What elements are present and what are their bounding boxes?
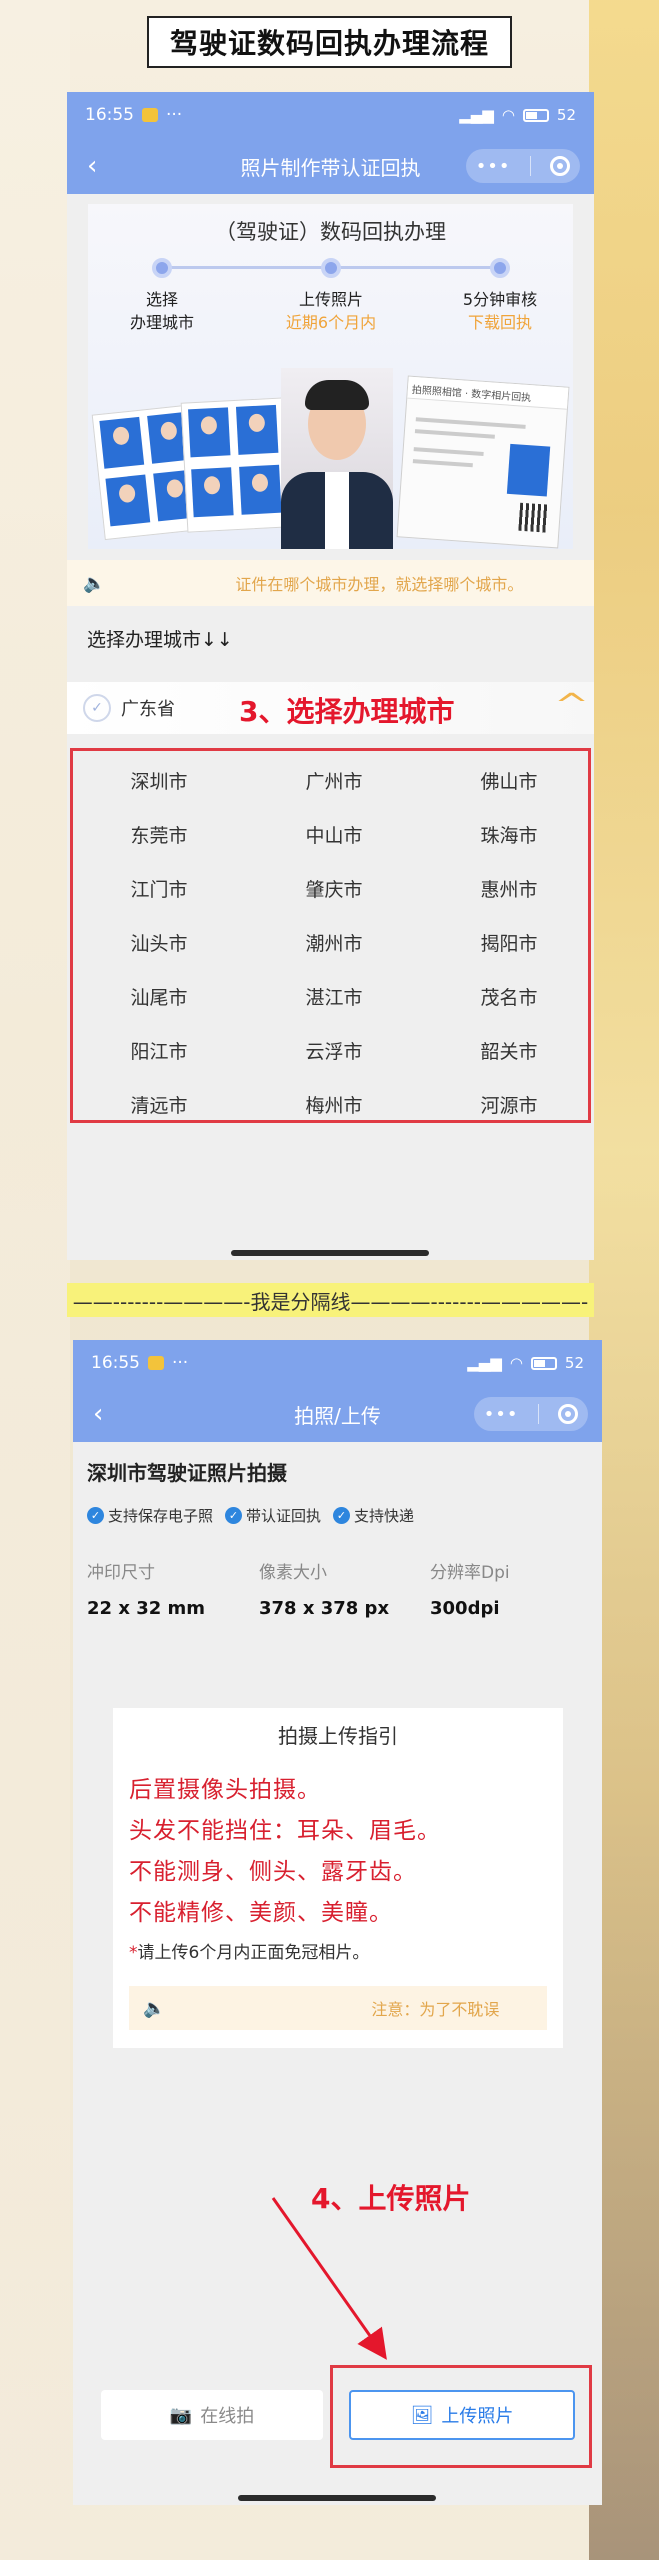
city-item[interactable]: 阳江市 [79, 1037, 239, 1064]
section-label: 选择办理城市↓↓ [87, 629, 233, 651]
city-item[interactable]: 潮州市 [254, 929, 414, 956]
notice-bar: 🔈 证件在哪个城市办理，就选择哪个城市。 [67, 560, 594, 606]
step-2: 上传照片 近期6个月内 [285, 290, 377, 332]
status-time: 16:55 [85, 105, 134, 125]
speaker-icon: 🔈 [83, 572, 106, 594]
upload-highlight-box [330, 2365, 592, 2468]
check-icon: ✓ [83, 694, 111, 722]
city-item[interactable]: 深圳市 [79, 767, 239, 794]
city-item[interactable]: 珠海市 [429, 821, 589, 848]
battery-icon [522, 108, 549, 122]
city-item[interactable]: 汕头市 [79, 929, 239, 956]
sample-portrait [281, 368, 393, 549]
camera-icon: 📷 [169, 2404, 193, 2426]
city-item[interactable]: 佛山市 [429, 767, 589, 794]
city-item[interactable]: 惠州市 [429, 875, 589, 902]
step-dot-2 [321, 258, 341, 278]
miniprogram-capsule: ••• [466, 149, 580, 183]
city-item[interactable]: 云浮市 [254, 1037, 414, 1064]
wifi-icon: ◠ [501, 106, 515, 124]
province-label: 广东省 [121, 699, 175, 720]
back-icon[interactable]: ‹ [87, 151, 97, 181]
annotation-arrow [271, 2197, 387, 2360]
city-item[interactable]: 汕尾市 [79, 983, 239, 1010]
online-shoot-button[interactable]: 📷 在线拍 [101, 2390, 323, 2440]
more-menu-icon[interactable]: ••• [476, 156, 511, 177]
nav-bar: ‹ 照片制作带认证回执 ••• [67, 138, 594, 194]
step-3: 5分钟审核 下载回执 [462, 290, 538, 332]
nav-title: 照片制作带认证回执 [240, 155, 421, 180]
step-dot-1 [152, 258, 172, 278]
banner-title: （驾驶证）数码回执办理 [215, 220, 446, 244]
city-item[interactable]: 肇庆市 [254, 875, 414, 902]
home-indicator [231, 1250, 429, 1256]
home-indicator [238, 2495, 436, 2501]
city-item[interactable]: 清远市 [79, 1091, 239, 1118]
city-item[interactable]: 梅州市 [254, 1091, 414, 1118]
sample-photo-sheet-right [180, 397, 292, 533]
screenshot-city-selection: 16:55 ··· ▂▄▆ ◠ 52 ‹ 照片制作带认证回执 ••• （驾驶证）… [67, 92, 594, 1260]
city-item[interactable]: 中山市 [254, 821, 414, 848]
annotation-select-city: 3、选择办理城市 [239, 695, 455, 728]
city-item[interactable]: 广州市 [254, 767, 414, 794]
sample-receipt-card: 拍照照相馆 · 数字相片回执 [396, 375, 570, 549]
city-item[interactable]: 湛江市 [254, 983, 414, 1010]
chevron-up-icon[interactable]: ^ [554, 688, 589, 723]
step-dot-3 [490, 258, 510, 278]
battery-level: 52 [556, 106, 576, 124]
city-item[interactable]: 茂名市 [429, 983, 589, 1010]
status-bar: 16:55 ··· ▂▄▆ ◠ 52 [67, 92, 594, 138]
separator-bar: ——-------————-我是分隔线————-------—————- [67, 1283, 594, 1317]
background-left [0, 0, 70, 2560]
city-item[interactable]: 江门市 [79, 875, 239, 902]
status-more: ··· [166, 105, 183, 125]
city-item[interactable]: 东莞市 [79, 821, 239, 848]
notification-icon [142, 108, 158, 122]
city-item[interactable]: 揭阳市 [429, 929, 589, 956]
city-item[interactable]: 河源市 [429, 1091, 589, 1118]
close-miniprogram-icon[interactable] [550, 156, 571, 176]
notice-text: 证件在哪个城市办理，就选择哪个城市。 [235, 575, 524, 594]
process-banner: （驾驶证）数码回执办理 选择 办理城市 上传照片 近期6个月内 5分钟审核 下载… [88, 204, 573, 549]
step-1: 选择 办理城市 [129, 290, 194, 332]
screenshot-upload: 16:55 ··· ▂▄▆ ◠ 52 ‹ 拍照/上传 ••• 深圳市驾驶证照片拍… [73, 1340, 602, 2505]
page-title: 驾驶证数码回执办理流程 [147, 16, 512, 68]
signal-icon: ▂▄▆ [459, 106, 494, 124]
city-item[interactable]: 韶关市 [429, 1037, 589, 1064]
city-grid: 深圳市 广州市 佛山市 东莞市 中山市 珠海市 江门市 肇庆市 惠州市 汕头市 … [70, 748, 591, 1123]
